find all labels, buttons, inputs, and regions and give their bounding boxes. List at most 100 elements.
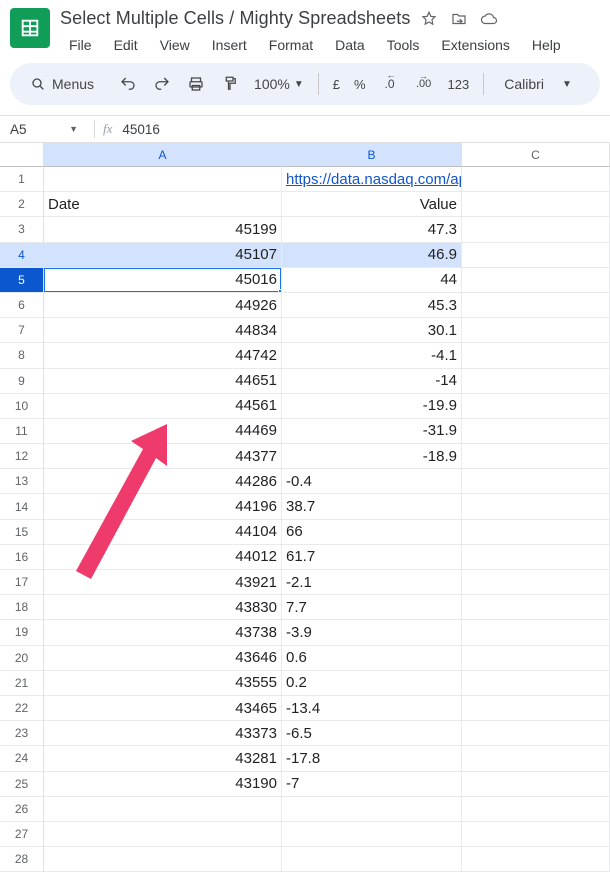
row-header[interactable]: 12 bbox=[0, 444, 44, 469]
cell[interactable] bbox=[462, 444, 610, 469]
cell[interactable] bbox=[462, 167, 610, 192]
cell[interactable]: -18.9 bbox=[282, 444, 462, 469]
move-icon[interactable] bbox=[450, 10, 468, 28]
cell[interactable]: Date bbox=[44, 192, 282, 217]
doc-title[interactable]: Select Multiple Cells / Mighty Spreadshe… bbox=[60, 8, 410, 29]
zoom-select[interactable]: 100% ▼ bbox=[250, 76, 308, 92]
cell[interactable] bbox=[462, 595, 610, 620]
cell[interactable] bbox=[462, 671, 610, 696]
font-select[interactable]: Calibri ▼ bbox=[494, 76, 578, 92]
cell[interactable]: 44286 bbox=[44, 469, 282, 494]
row-header[interactable]: 27 bbox=[0, 822, 44, 847]
cell[interactable] bbox=[282, 822, 462, 847]
row-header[interactable]: 10 bbox=[0, 394, 44, 419]
cell[interactable] bbox=[462, 570, 610, 595]
row-header[interactable]: 1 bbox=[0, 167, 44, 192]
cell[interactable]: 44561 bbox=[44, 394, 282, 419]
row-header[interactable]: 13 bbox=[0, 469, 44, 494]
menu-edit[interactable]: Edit bbox=[105, 33, 147, 57]
nasdaq-link[interactable]: https://data.nasdaq.com/ap bbox=[286, 171, 462, 188]
star-icon[interactable] bbox=[420, 10, 438, 28]
row-header[interactable]: 26 bbox=[0, 797, 44, 822]
cell[interactable] bbox=[462, 847, 610, 872]
cell[interactable]: -31.9 bbox=[282, 419, 462, 444]
more-formats-button[interactable]: 123 bbox=[444, 70, 474, 98]
name-box[interactable]: A5 ▼ bbox=[6, 122, 86, 137]
cell[interactable]: https://data.nasdaq.com/ap bbox=[282, 167, 462, 192]
cell[interactable] bbox=[462, 343, 610, 368]
menu-data[interactable]: Data bbox=[326, 33, 374, 57]
cell[interactable]: 43465 bbox=[44, 696, 282, 721]
cell[interactable] bbox=[462, 268, 610, 293]
cell[interactable]: 44469 bbox=[44, 419, 282, 444]
row-header[interactable]: 15 bbox=[0, 520, 44, 545]
cell[interactable]: 44742 bbox=[44, 343, 282, 368]
cell[interactable]: 44651 bbox=[44, 369, 282, 394]
cell[interactable]: -14 bbox=[282, 369, 462, 394]
row-header[interactable]: 11 bbox=[0, 419, 44, 444]
menu-format[interactable]: Format bbox=[260, 33, 322, 57]
cell[interactable]: 44926 bbox=[44, 293, 282, 318]
cell[interactable] bbox=[44, 822, 282, 847]
cell[interactable]: 38.7 bbox=[282, 494, 462, 519]
row-header[interactable]: 24 bbox=[0, 746, 44, 771]
menu-tools[interactable]: Tools bbox=[378, 33, 429, 57]
cell[interactable] bbox=[462, 520, 610, 545]
cell[interactable] bbox=[44, 847, 282, 872]
row-header[interactable]: 8 bbox=[0, 343, 44, 368]
cell[interactable]: 66 bbox=[282, 520, 462, 545]
row-header[interactable]: 9 bbox=[0, 369, 44, 394]
cell[interactable]: 43555 bbox=[44, 671, 282, 696]
cell[interactable]: 0.2 bbox=[282, 671, 462, 696]
cell[interactable] bbox=[462, 746, 610, 771]
row-header[interactable]: 23 bbox=[0, 721, 44, 746]
cell[interactable]: 44012 bbox=[44, 545, 282, 570]
cell[interactable] bbox=[44, 797, 282, 822]
cell[interactable]: -3.9 bbox=[282, 620, 462, 645]
row-header[interactable]: 18 bbox=[0, 595, 44, 620]
percent-button[interactable]: % bbox=[350, 70, 370, 98]
cell[interactable]: 43646 bbox=[44, 646, 282, 671]
undo-button[interactable] bbox=[114, 70, 142, 98]
row-header[interactable]: 7 bbox=[0, 318, 44, 343]
formula-value[interactable]: 45016 bbox=[122, 122, 160, 137]
row-header[interactable]: 20 bbox=[0, 646, 44, 671]
cell[interactable]: 0.6 bbox=[282, 646, 462, 671]
cell[interactable] bbox=[462, 419, 610, 444]
cell[interactable]: 45199 bbox=[44, 217, 282, 242]
cell[interactable] bbox=[462, 646, 610, 671]
cell[interactable]: -6.5 bbox=[282, 721, 462, 746]
cell[interactable]: 43281 bbox=[44, 746, 282, 771]
cell[interactable]: 43921 bbox=[44, 570, 282, 595]
cell[interactable]: -0.4 bbox=[282, 469, 462, 494]
select-all-corner[interactable] bbox=[0, 143, 44, 167]
column-header-a[interactable]: A bbox=[44, 143, 282, 167]
row-header[interactable]: 3 bbox=[0, 217, 44, 242]
cell[interactable]: 43190 bbox=[44, 772, 282, 797]
cell[interactable]: 45016 bbox=[44, 268, 282, 293]
cell[interactable]: -2.1 bbox=[282, 570, 462, 595]
menu-file[interactable]: File bbox=[60, 33, 101, 57]
cell[interactable]: -4.1 bbox=[282, 343, 462, 368]
cell[interactable] bbox=[462, 696, 610, 721]
cell[interactable] bbox=[462, 293, 610, 318]
cell[interactable]: 44834 bbox=[44, 318, 282, 343]
cloud-status-icon[interactable] bbox=[480, 10, 498, 28]
cell[interactable]: 43373 bbox=[44, 721, 282, 746]
cell[interactable]: -13.4 bbox=[282, 696, 462, 721]
cell[interactable]: 44196 bbox=[44, 494, 282, 519]
cell[interactable] bbox=[462, 822, 610, 847]
search-menus-button[interactable]: Menus bbox=[20, 70, 108, 98]
redo-button[interactable] bbox=[148, 70, 176, 98]
menu-insert[interactable]: Insert bbox=[203, 33, 256, 57]
cell[interactable]: 44377 bbox=[44, 444, 282, 469]
cell[interactable]: 43738 bbox=[44, 620, 282, 645]
column-header-b[interactable]: B bbox=[282, 143, 462, 167]
row-header[interactable]: 21 bbox=[0, 671, 44, 696]
menu-extensions[interactable]: Extensions bbox=[432, 33, 518, 57]
cell[interactable]: 7.7 bbox=[282, 595, 462, 620]
row-header[interactable]: 28 bbox=[0, 847, 44, 872]
cell[interactable]: Value bbox=[282, 192, 462, 217]
cell[interactable]: 45.3 bbox=[282, 293, 462, 318]
cell[interactable]: 44 bbox=[282, 268, 462, 293]
